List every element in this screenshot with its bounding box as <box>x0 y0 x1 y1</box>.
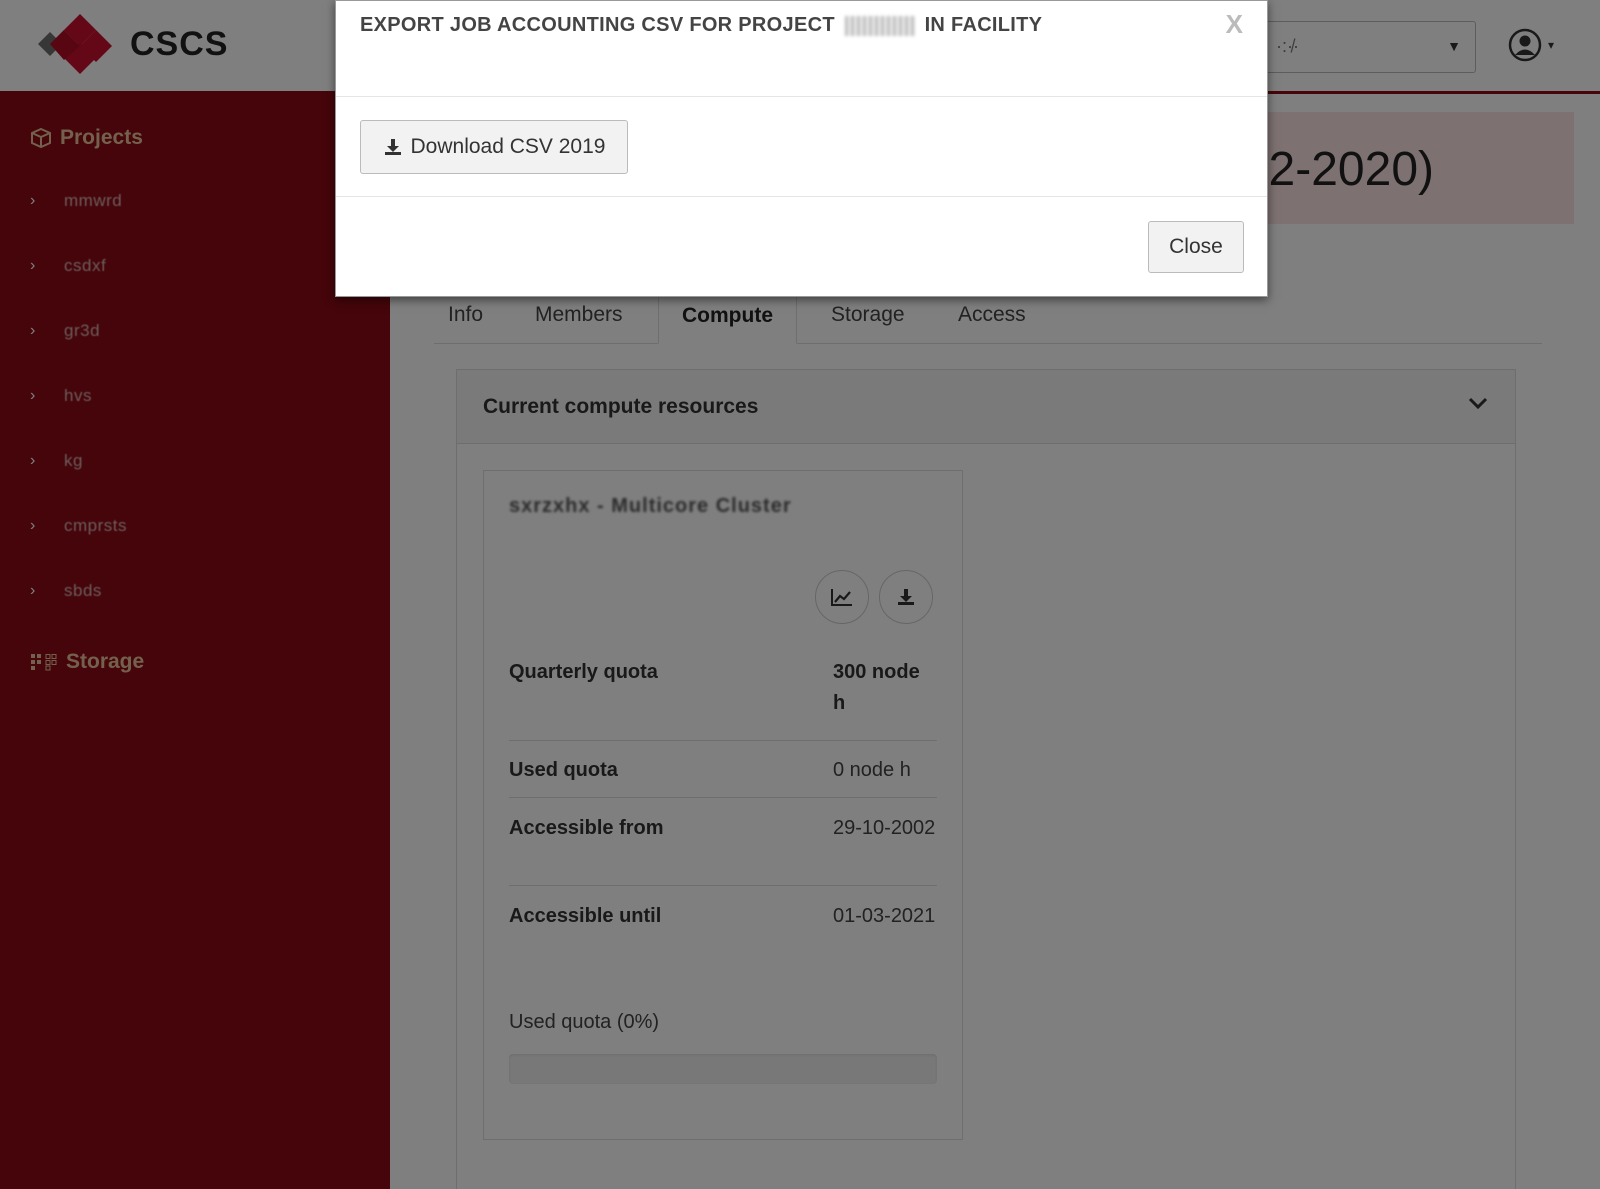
modal-title: EXPORT JOB ACCOUNTING CSV FOR PROJECT IN… <box>360 14 1042 37</box>
modal-body: Download CSV 2019 <box>336 97 1267 197</box>
redacted-project-name <box>844 15 915 36</box>
modal-close-icon[interactable]: X <box>1226 9 1243 40</box>
modal-title-prefix: EXPORT JOB ACCOUNTING CSV FOR PROJECT <box>360 14 835 36</box>
download-csv-button[interactable]: Download CSV 2019 <box>360 120 628 174</box>
download-icon <box>383 137 403 157</box>
modal-title-suffix: IN FACILITY <box>924 14 1043 36</box>
export-csv-modal: EXPORT JOB ACCOUNTING CSV FOR PROJECT IN… <box>335 0 1268 297</box>
modal-header: EXPORT JOB ACCOUNTING CSV FOR PROJECT IN… <box>336 1 1267 97</box>
download-csv-label: Download CSV 2019 <box>410 135 606 158</box>
close-button[interactable]: Close <box>1148 221 1244 273</box>
